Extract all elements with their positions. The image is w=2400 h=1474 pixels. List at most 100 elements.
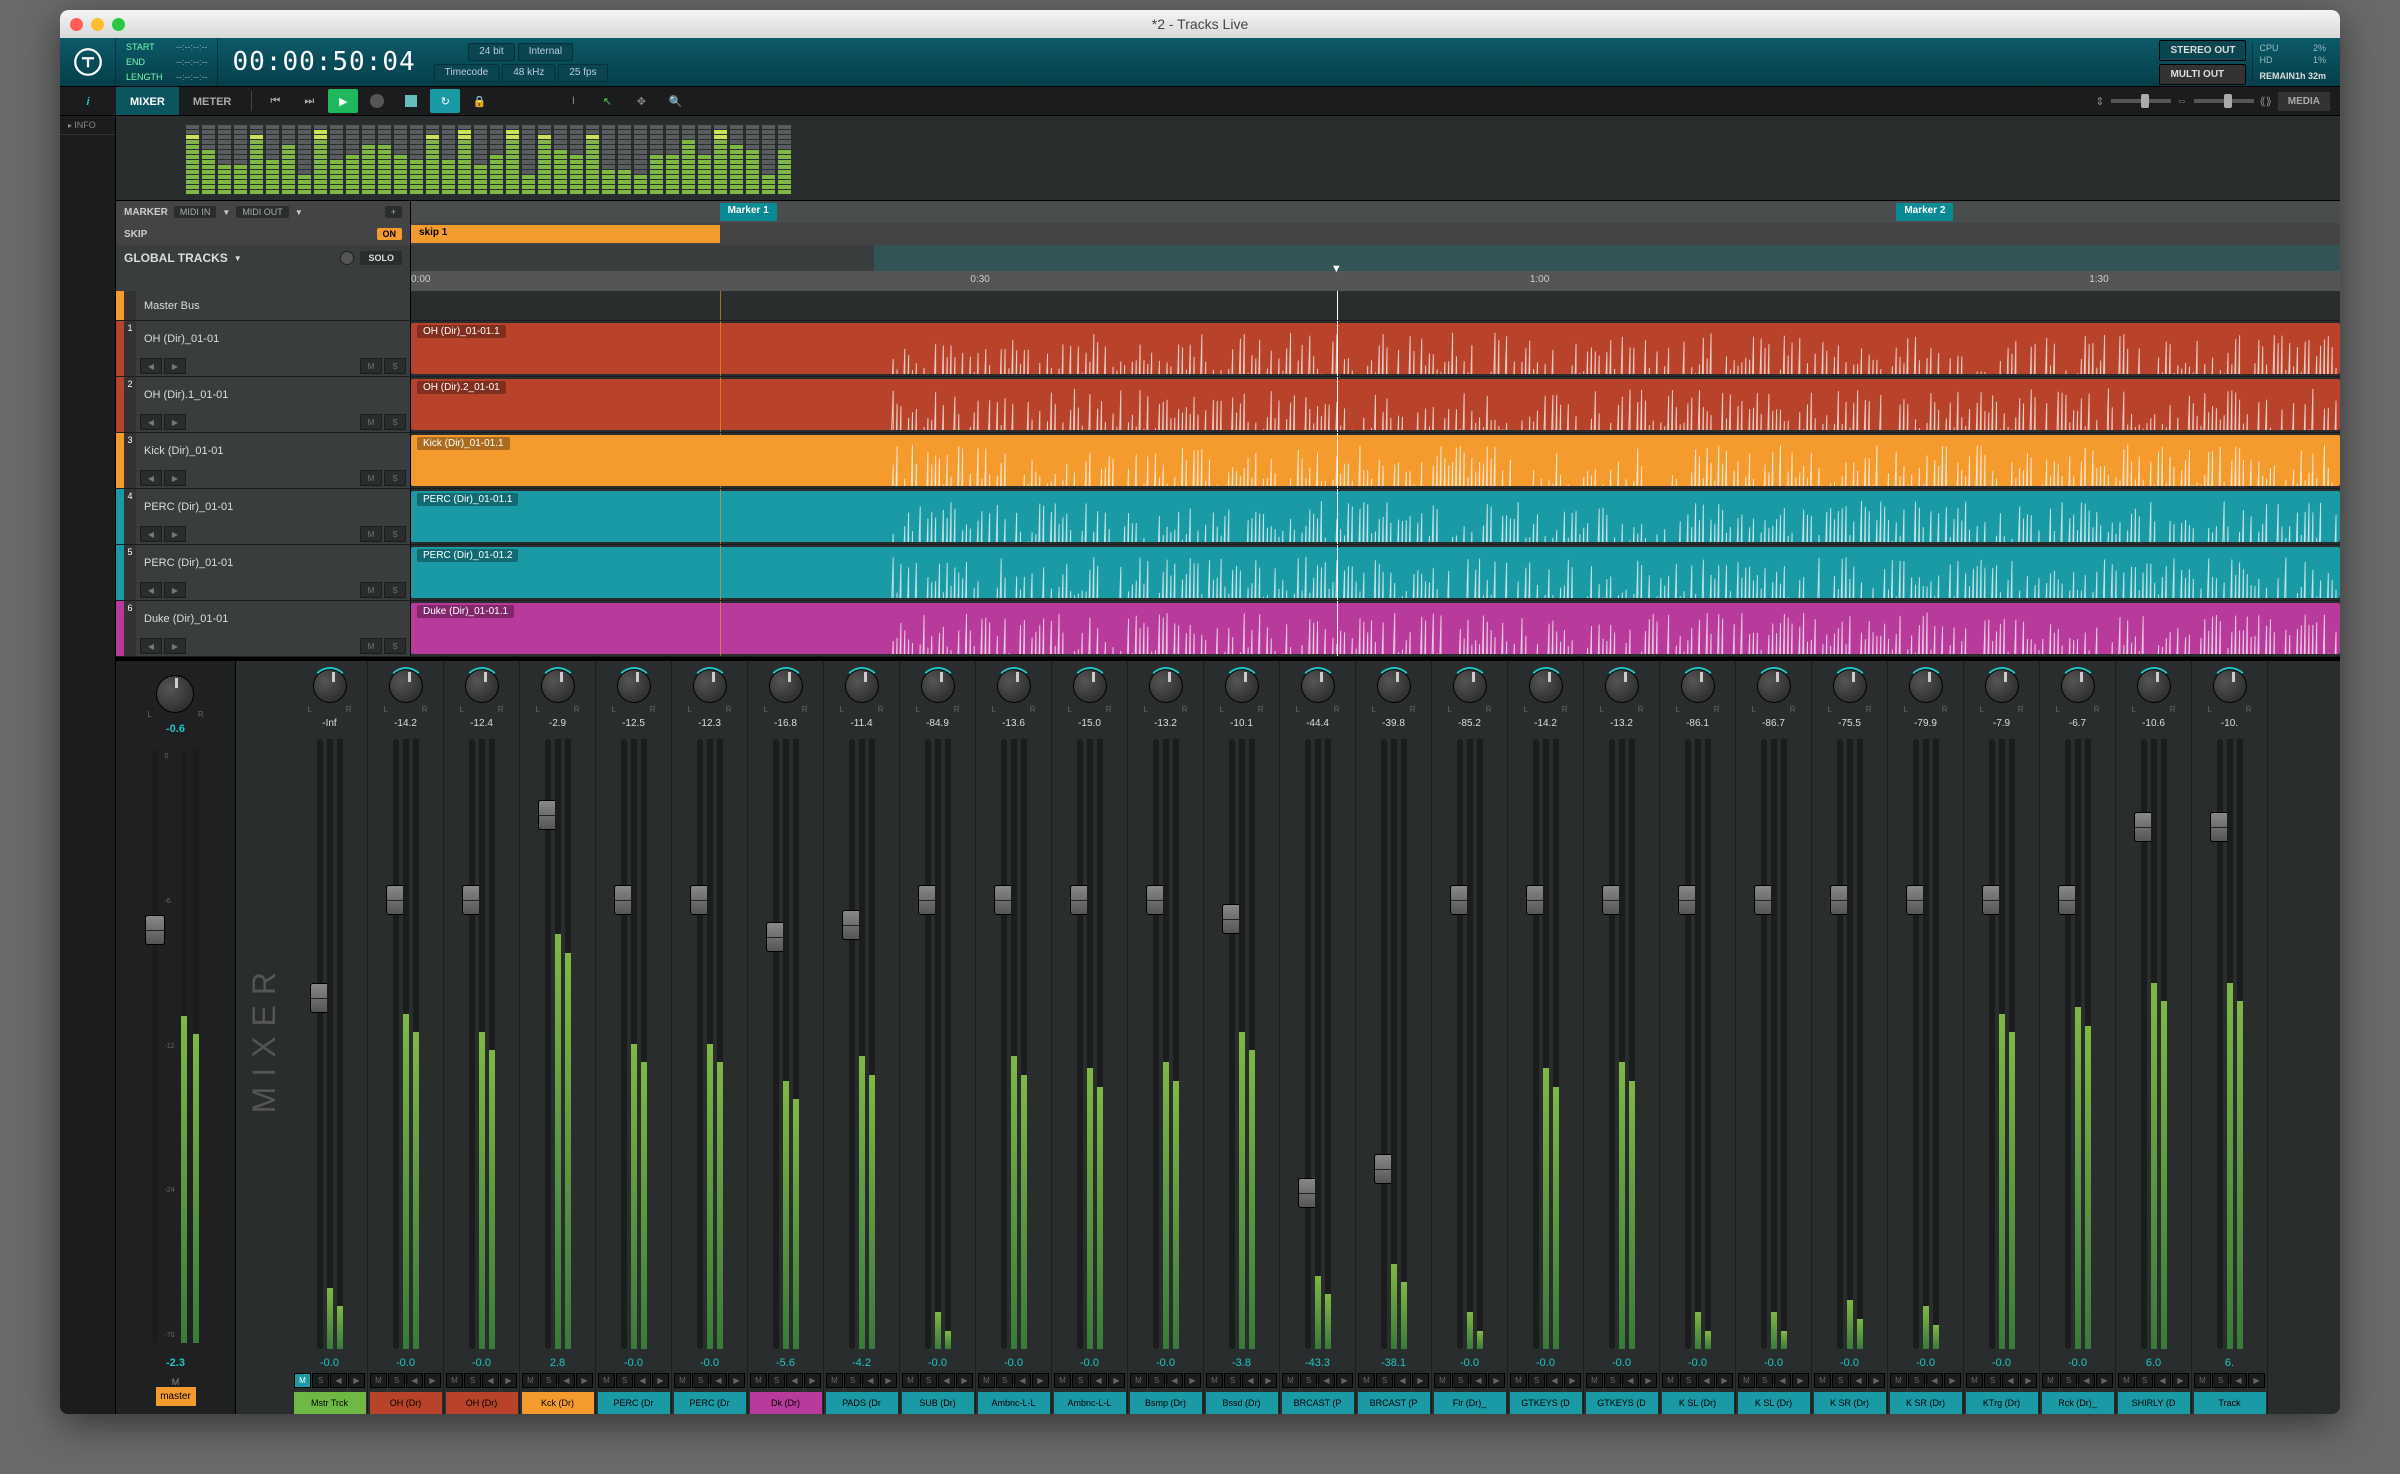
track-mute[interactable]: M [360,358,382,374]
channel-name[interactable]: Ambnc-L-L [978,1392,1050,1414]
channel-in[interactable]: ◀ [1470,1373,1487,1388]
marker-lane[interactable]: Marker 1Marker 2 [411,201,2340,223]
track-solo[interactable]: S [384,414,406,430]
minimize-window-icon[interactable] [91,18,104,31]
audio-clip[interactable]: OH (Dir)_01-01.1 [411,323,2340,374]
channel-name[interactable]: BRCAST (P [1282,1392,1354,1414]
track-name[interactable]: PERC (Dir)_01-01 [136,489,410,524]
track-solo[interactable]: S [384,582,406,598]
channel-mute[interactable]: M [674,1373,691,1388]
channel-out[interactable]: ▶ [1640,1373,1657,1388]
channel-mute[interactable]: M [1358,1373,1375,1388]
global-solo-button[interactable]: SOLO [360,251,402,265]
channel-mute[interactable]: M [1434,1373,1451,1388]
channel-pan-knob[interactable] [1909,669,1943,703]
channel-pan-knob[interactable] [921,669,955,703]
midi-out-button[interactable]: MIDI OUT [236,206,289,218]
channel-in[interactable]: ◀ [1090,1373,1107,1388]
channel-in[interactable]: ◀ [862,1373,879,1388]
channel-fader[interactable] [2141,739,2147,1349]
track-solo[interactable]: S [384,526,406,542]
timecode-mode-button[interactable]: Timecode [434,64,500,82]
channel-in[interactable]: ◀ [1242,1373,1259,1388]
global-rec-button[interactable] [340,251,354,265]
channel-mute[interactable]: M [1662,1373,1679,1388]
channel-solo[interactable]: S [540,1373,557,1388]
channel-pan-knob[interactable] [1833,669,1867,703]
channel-pan-knob[interactable] [1301,669,1335,703]
channel-out[interactable]: ▶ [1868,1373,1885,1388]
track-name[interactable]: Master Bus [136,291,410,320]
meter-tab[interactable]: METER [179,87,246,115]
stereo-out-button[interactable]: STEREO OUT [2159,40,2246,61]
track-name[interactable]: Kick (Dir)_01-01 [136,433,410,468]
channel-pan-knob[interactable] [1757,669,1791,703]
channel-mute[interactable]: M [1282,1373,1299,1388]
channel-pan-knob[interactable] [389,669,423,703]
channel-name[interactable]: Track [2194,1392,2266,1414]
track-output[interactable]: ▶ [164,638,186,654]
channel-in[interactable]: ◀ [2230,1373,2247,1388]
channel-fader[interactable] [1305,739,1311,1349]
channel-fader[interactable] [1381,739,1387,1349]
channel-pan-knob[interactable] [465,669,499,703]
channel-in[interactable]: ◀ [2154,1373,2171,1388]
record-button[interactable] [362,89,392,113]
master-pan-knob[interactable] [156,675,194,713]
channel-pan-knob[interactable] [1073,669,1107,703]
channel-pan-knob[interactable] [2061,669,2095,703]
channel-name[interactable]: OH (Dr) [446,1392,518,1414]
channel-out[interactable]: ▶ [1108,1373,1125,1388]
channel-mute[interactable]: M [1054,1373,1071,1388]
channel-fader[interactable] [1989,739,1995,1349]
sample-rate-button[interactable]: 48 kHz [502,64,555,82]
marker[interactable]: Marker 2 [1896,203,1953,221]
channel-solo[interactable]: S [1680,1373,1697,1388]
channel-pan-knob[interactable] [997,669,1031,703]
channel-name[interactable]: Flr (Dr)_ [1434,1392,1506,1414]
channel-out[interactable]: ▶ [2020,1373,2037,1388]
skip-on-button[interactable]: ON [377,228,403,240]
channel-in[interactable]: ◀ [1318,1373,1335,1388]
track-input[interactable]: ◀ [140,358,162,374]
app-logo-icon[interactable] [60,38,116,86]
channel-in[interactable]: ◀ [1926,1373,1943,1388]
channel-fader[interactable] [1913,739,1919,1349]
channel-solo[interactable]: S [1756,1373,1773,1388]
channel-in[interactable]: ◀ [786,1373,803,1388]
channel-pan-knob[interactable] [1377,669,1411,703]
channel-in[interactable]: ◀ [2078,1373,2095,1388]
track-header[interactable]: OH (Dir).1_01-01 ◀ ▶ M S [136,377,411,432]
channel-fader[interactable] [393,739,399,1349]
channel-in[interactable]: ◀ [1394,1373,1411,1388]
channel-in[interactable]: ◀ [634,1373,651,1388]
channel-fader[interactable] [1229,739,1235,1349]
add-marker-button[interactable]: + [385,206,402,218]
track-color[interactable] [116,291,124,320]
channel-out[interactable]: ▶ [1564,1373,1581,1388]
master-fader[interactable] [152,749,158,1343]
channel-solo[interactable]: S [920,1373,937,1388]
channel-fader[interactable] [773,739,779,1349]
channel-pan-knob[interactable] [769,669,803,703]
channel-in[interactable]: ◀ [710,1373,727,1388]
channel-solo[interactable]: S [1604,1373,1621,1388]
track-header[interactable]: Duke (Dir)_01-01 ◀ ▶ M S [136,601,411,656]
track-input[interactable]: ◀ [140,582,162,598]
channel-pan-knob[interactable] [1149,669,1183,703]
channel-solo[interactable]: S [1072,1373,1089,1388]
channel-fader[interactable] [1761,739,1767,1349]
track-output[interactable]: ▶ [164,358,186,374]
channel-fader[interactable] [925,739,931,1349]
channel-in[interactable]: ◀ [1774,1373,1791,1388]
track-color[interactable] [116,545,124,600]
channel-pan-knob[interactable] [313,669,347,703]
channel-solo[interactable]: S [1832,1373,1849,1388]
channel-solo[interactable]: S [1224,1373,1241,1388]
channel-pan-knob[interactable] [1529,669,1563,703]
channel-out[interactable]: ▶ [880,1373,897,1388]
channel-solo[interactable]: S [388,1373,405,1388]
channel-mute[interactable]: M [1814,1373,1831,1388]
channel-pan-knob[interactable] [1681,669,1715,703]
channel-name[interactable]: PERC (Dr [598,1392,670,1414]
